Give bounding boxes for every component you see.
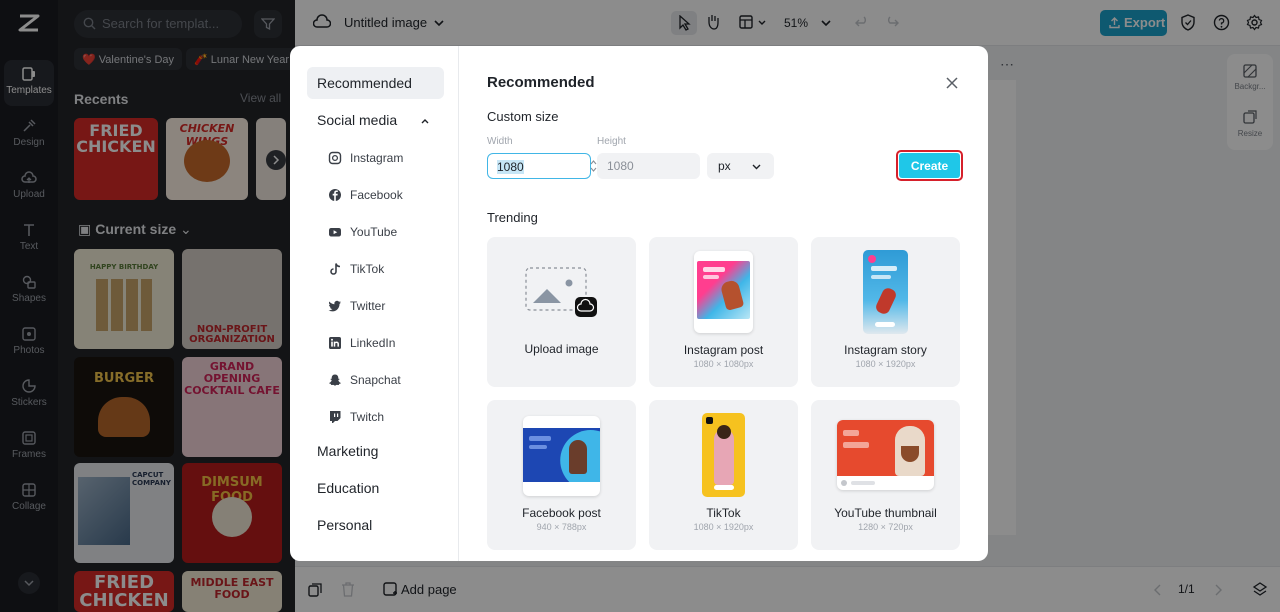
card-name: Facebook post — [522, 506, 601, 520]
new-design-modal: Recommended Social media Instagram Faceb… — [290, 46, 988, 561]
nav-personal[interactable]: Personal — [307, 509, 444, 541]
nav-youtube[interactable]: YouTube — [328, 222, 397, 242]
facebook-icon — [329, 189, 341, 201]
post-image — [837, 420, 934, 476]
nav-tiktok[interactable]: TikTok — [328, 259, 384, 279]
width-label: Width — [487, 136, 513, 147]
nav-twitter[interactable]: Twitter — [328, 296, 385, 316]
card-name: Instagram post — [683, 343, 764, 357]
card-size: 1080 × 1920px — [855, 359, 916, 369]
youtube-icon — [329, 228, 341, 237]
nav-marketing[interactable]: Marketing — [307, 435, 444, 467]
card-youtube-thumbnail[interactable]: YouTube thumbnail 1280 × 720px — [811, 400, 960, 550]
chevron-up-icon[interactable] — [420, 116, 430, 126]
card-size: 1280 × 720px — [858, 522, 913, 532]
card-instagram-post[interactable]: Instagram post 1080 × 1080px — [649, 237, 798, 387]
close-icon[interactable] — [945, 76, 959, 90]
facebook-post-preview — [523, 416, 600, 496]
post-image — [697, 261, 750, 319]
stepper-icon[interactable] — [590, 159, 597, 173]
twitch-icon — [330, 411, 341, 423]
card-name: TikTok — [706, 506, 741, 520]
nav-recommended[interactable]: Recommended — [307, 67, 444, 99]
nav-linkedin[interactable]: LinkedIn — [328, 333, 395, 353]
custom-size-title: Custom size — [487, 109, 559, 124]
card-name: Upload image — [524, 342, 599, 356]
nav-twitch[interactable]: Twitch — [328, 407, 384, 427]
nav-facebook[interactable]: Facebook — [328, 185, 403, 205]
card-name: YouTube thumbnail — [834, 506, 937, 520]
width-input[interactable]: 1080 — [487, 153, 591, 179]
height-label: Height — [597, 136, 626, 147]
linkedin-icon — [329, 337, 341, 349]
trending-title: Trending — [487, 210, 538, 225]
instagram-post-preview — [694, 251, 753, 333]
chevron-down-icon — [752, 164, 761, 170]
card-instagram-story[interactable]: Instagram story 1080 × 1920px — [811, 237, 960, 387]
tiktok-icon — [330, 263, 341, 275]
modal-category-nav: Recommended Social media Instagram Faceb… — [290, 46, 459, 561]
nav-instagram[interactable]: Instagram — [328, 148, 403, 168]
card-tiktok[interactable]: TikTok 1080 × 1920px — [649, 400, 798, 550]
snapchat-icon — [329, 374, 341, 386]
youtube-thumbnail-preview — [837, 420, 934, 490]
instagram-icon — [328, 151, 342, 165]
unit-select[interactable]: px — [707, 153, 774, 179]
tiktok-preview — [702, 413, 745, 497]
nav-snapchat[interactable]: Snapchat — [328, 370, 401, 390]
twitter-icon — [328, 300, 341, 312]
instagram-story-preview — [863, 250, 908, 334]
upload-image-icon — [525, 267, 597, 317]
card-size: 1080 × 1920px — [693, 522, 754, 532]
create-button[interactable]: Create — [896, 150, 963, 181]
card-facebook-post[interactable]: Facebook post 940 × 788px — [487, 400, 636, 550]
card-size: 940 × 788px — [536, 522, 587, 532]
modal-title: Recommended — [487, 74, 595, 91]
nav-education[interactable]: Education — [307, 472, 444, 504]
post-image — [523, 428, 600, 482]
card-name: Instagram story — [844, 343, 927, 357]
card-upload-image[interactable]: Upload image — [487, 237, 636, 387]
height-input[interactable]: 1080 — [597, 153, 700, 179]
card-size: 1080 × 1080px — [693, 359, 754, 369]
